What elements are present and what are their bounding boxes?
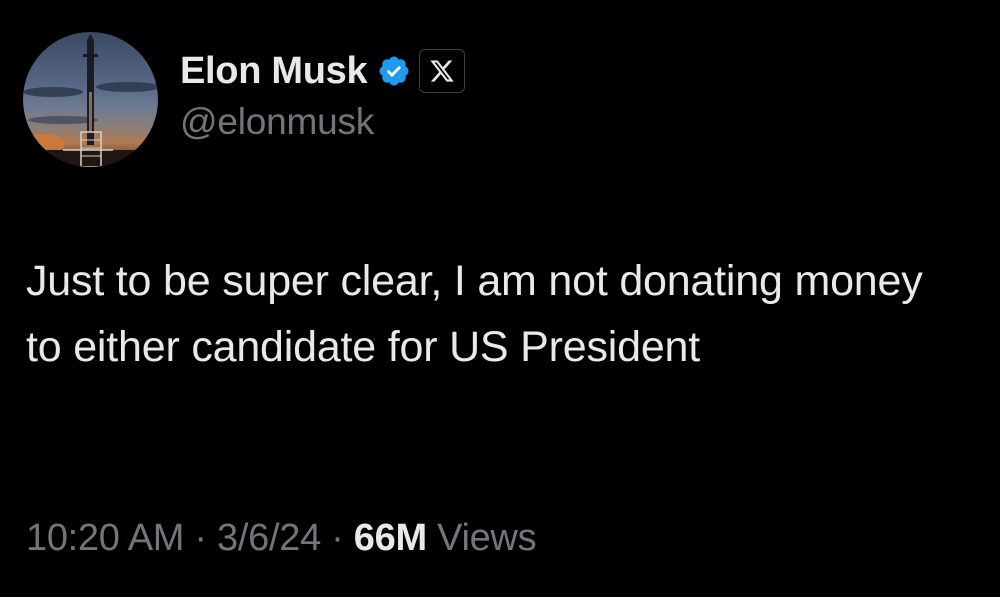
views-label: Views [437,517,537,559]
meta-separator: · [194,517,207,559]
author-display-name[interactable]: Elon Musk [180,46,368,96]
meta-separator: · [331,517,344,559]
x-logo-icon[interactable] [419,49,466,93]
rocket-launch-avatar-icon [23,34,158,167]
author-handle[interactable]: @elonmusk [180,102,465,142]
author-name-row: Elon Musk [180,46,466,96]
tweet-date[interactable]: 3/6/24 [217,517,321,559]
avatar[interactable] [23,32,158,167]
tweet-text: Just to be super clear, I am not donatin… [26,257,923,371]
views-count[interactable]: 66M [354,517,427,559]
tweet-card: Elon Musk @elonmusk Just to be super cle… [0,0,1000,597]
tweet-time[interactable]: 10:20 AM [26,517,184,559]
tweet-meta: 10:20 AM · 3/6/24 · 66M Views [26,513,537,563]
verified-badge-icon[interactable] [377,54,411,88]
tweet-header: Elon Musk @elonmusk [180,46,466,142]
